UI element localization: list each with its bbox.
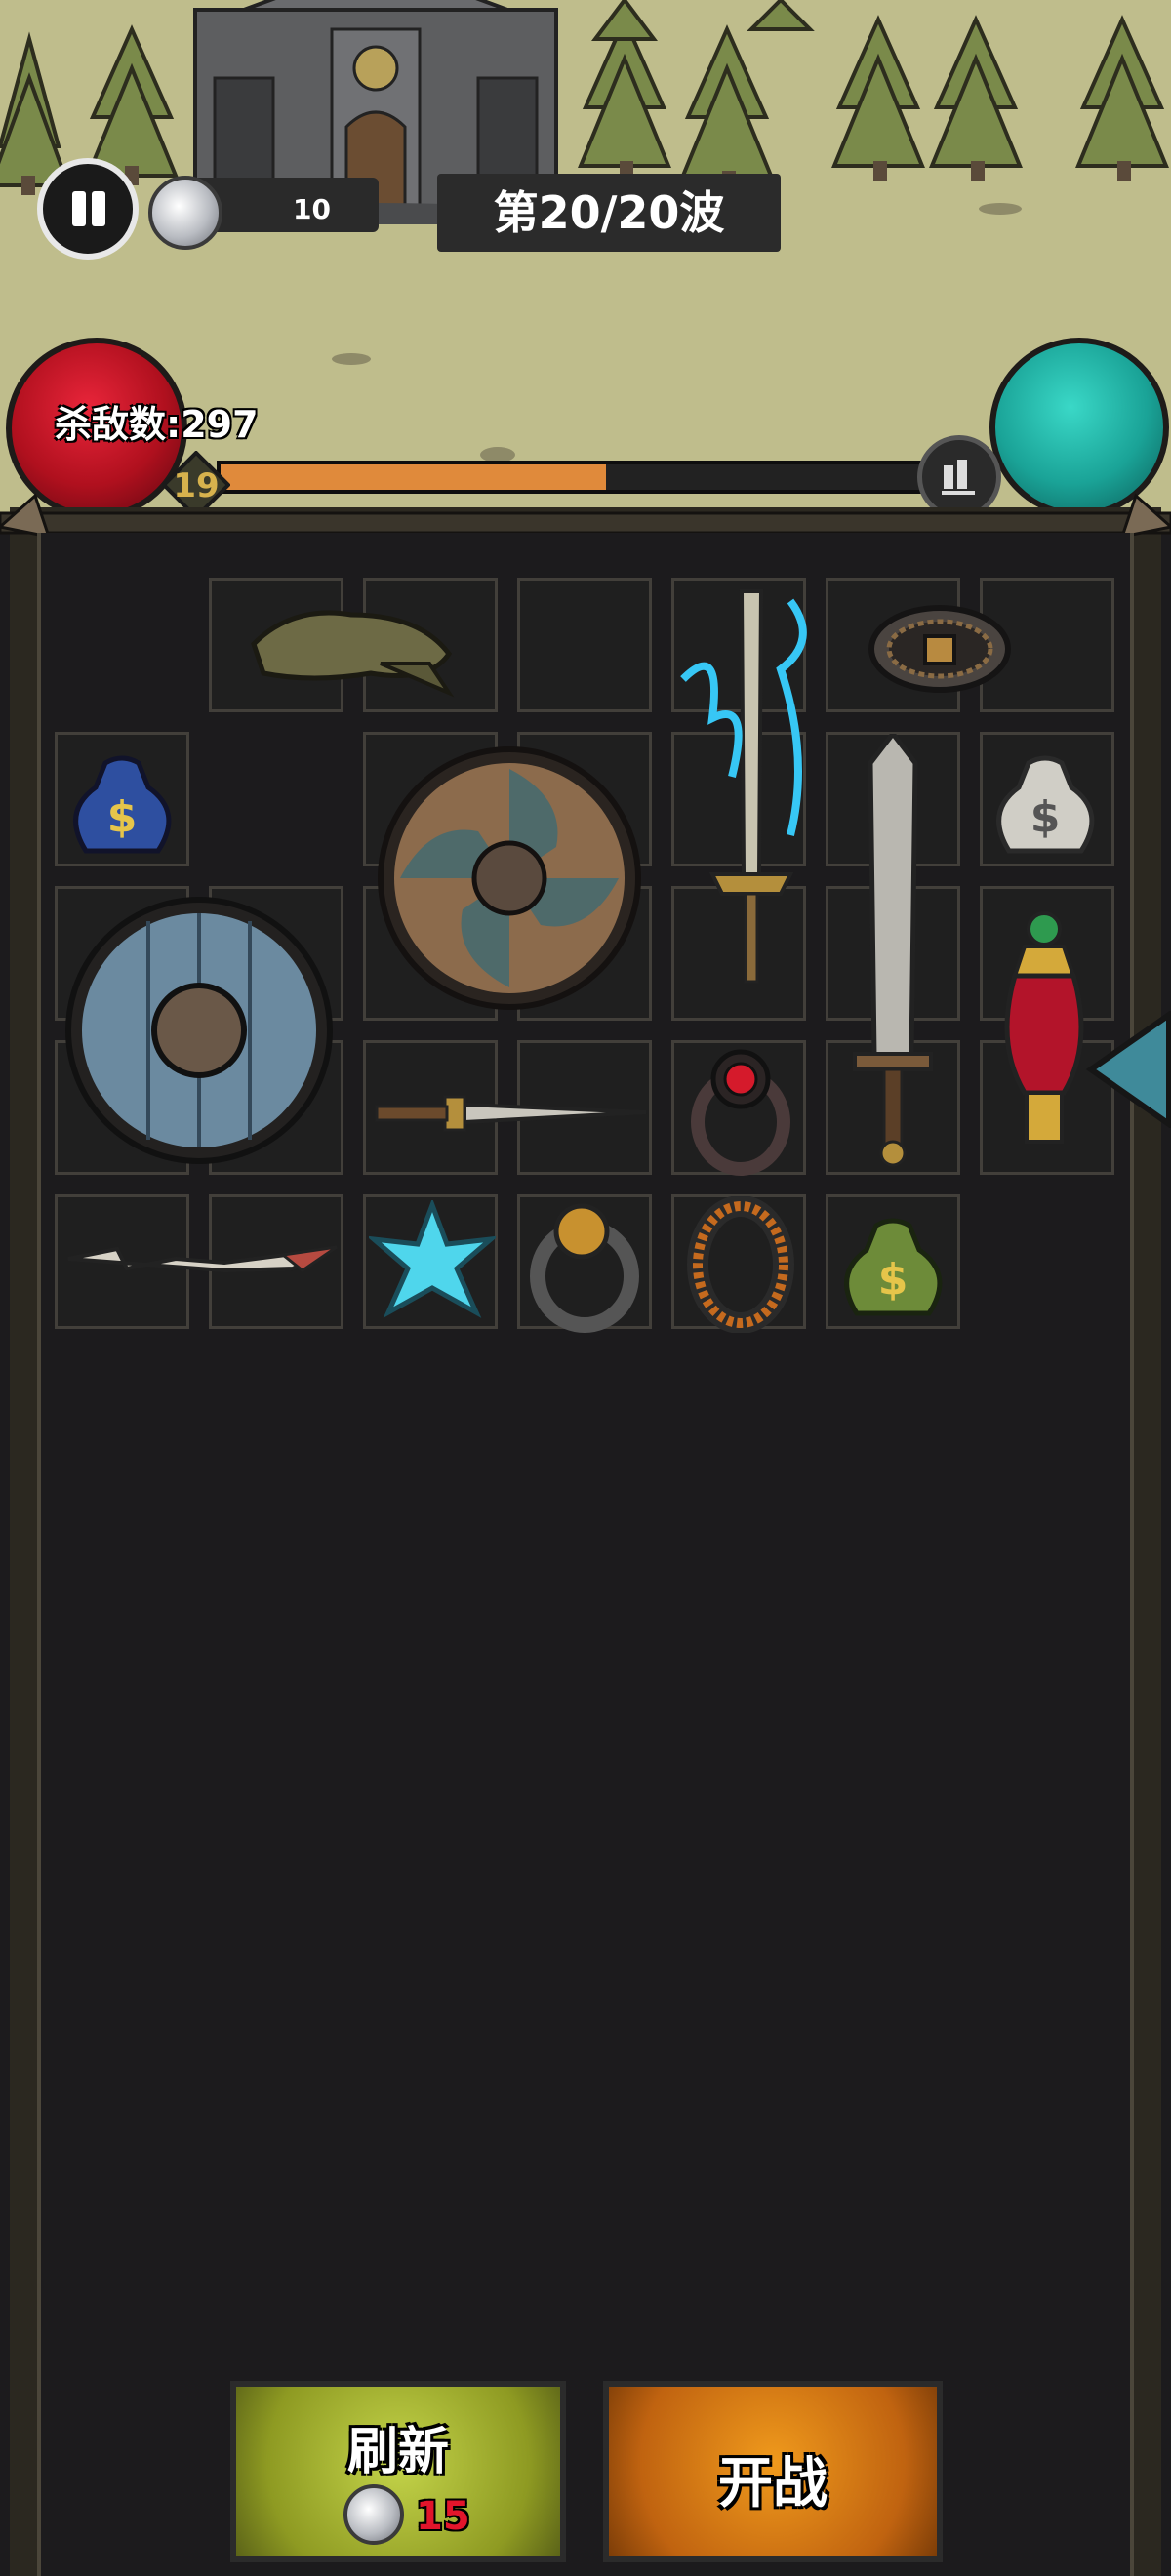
orange-band-ring-icon[interactable] — [677, 1196, 804, 1333]
ice-crystal-icon[interactable] — [369, 1200, 496, 1327]
refresh-cost: 15 — [416, 2494, 470, 2539]
triangle-arrow-icon[interactable] — [1083, 1011, 1171, 1128]
kill-count: 杀敌数:297 — [55, 403, 259, 446]
refresh-button[interactable]: 刷新 15 — [230, 2381, 566, 2562]
headband-icon[interactable] — [234, 585, 468, 703]
money-bag-blue-icon[interactable]: $ — [57, 734, 187, 865]
gold-gem-ring-icon[interactable] — [521, 1196, 648, 1333]
svg-text:$: $ — [107, 792, 138, 842]
coin-icon — [343, 2484, 404, 2545]
wave-indicator: 第20/20波 — [437, 174, 781, 252]
lightning-sword-icon[interactable] — [673, 582, 829, 1011]
coin-count: 10 — [293, 193, 331, 225]
money-bag-white-icon[interactable]: $ — [980, 734, 1110, 865]
inventory-slot[interactable] — [517, 578, 652, 712]
start-battle-label: 开战 — [718, 2452, 828, 2516]
svg-text:$: $ — [1030, 792, 1061, 842]
broadsword-icon[interactable] — [828, 734, 958, 1171]
svg-text:$: $ — [878, 1255, 909, 1305]
belt-icon[interactable] — [867, 595, 1013, 703]
coin-icon — [148, 176, 222, 250]
bone-sword-icon[interactable] — [59, 1220, 342, 1298]
wooden-shield-icon[interactable] — [61, 892, 338, 1169]
refresh-label: 刷新 — [346, 2423, 449, 2481]
dagger-icon[interactable] — [367, 1083, 650, 1142]
round-shield-icon[interactable] — [371, 740, 648, 1017]
pause-button[interactable] — [37, 158, 139, 260]
xp-bar-fill — [221, 464, 606, 490]
red-gem-ring-icon[interactable] — [675, 1040, 806, 1177]
money-bag-green-icon[interactable]: $ — [828, 1196, 958, 1327]
start-battle-button[interactable]: 开战 — [603, 2381, 943, 2562]
